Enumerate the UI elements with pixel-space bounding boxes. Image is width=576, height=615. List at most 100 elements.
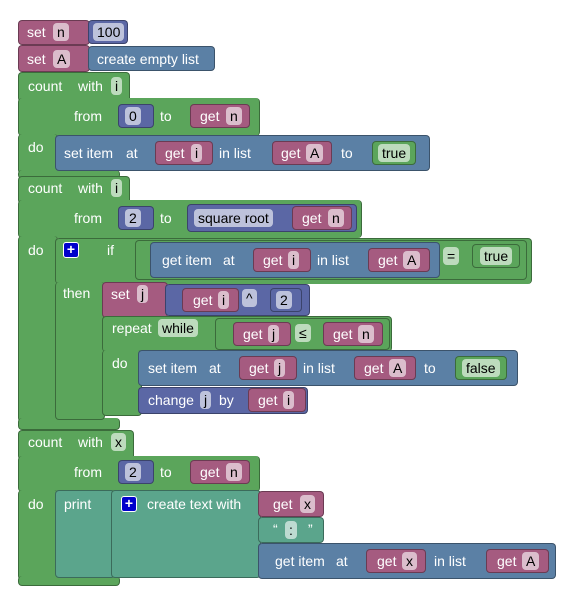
number-field[interactable]: 2: [276, 291, 292, 309]
bool-dropdown[interactable]: false: [462, 359, 500, 377]
var-dropdown[interactable]: n: [226, 463, 242, 481]
label: get item: [162, 252, 212, 268]
bool-dropdown[interactable]: true: [480, 247, 513, 265]
var-dropdown[interactable]: n: [226, 107, 242, 125]
label: create text with: [147, 496, 242, 512]
var-dropdown[interactable]: i: [111, 179, 123, 197]
label: “: [273, 521, 278, 537]
label: set item: [148, 360, 198, 376]
var-dropdown[interactable]: i: [283, 391, 295, 409]
label: set item: [64, 145, 114, 161]
get-n-block[interactable]: [323, 322, 383, 346]
label: to: [160, 210, 172, 226]
var-dropdown[interactable]: x: [300, 495, 315, 513]
var-dropdown[interactable]: i: [218, 291, 230, 309]
label: print: [64, 496, 92, 512]
label: with: [78, 78, 103, 94]
label: with: [78, 180, 103, 196]
label: count: [28, 78, 63, 94]
var-dropdown[interactable]: i: [111, 77, 123, 95]
var-dropdown[interactable]: A: [522, 552, 540, 570]
var-dropdown[interactable]: j: [200, 391, 212, 409]
mutator-plus-icon[interactable]: +: [121, 496, 137, 512]
var-dropdown[interactable]: j: [137, 285, 149, 303]
operator-dropdown[interactable]: ≤: [295, 324, 311, 342]
label: set: [111, 286, 130, 302]
number-field[interactable]: 0: [125, 107, 141, 125]
label: get: [200, 464, 220, 480]
label: count: [28, 434, 63, 450]
label: get: [263, 252, 283, 268]
label: in list: [219, 145, 251, 161]
var-dropdown[interactable]: A: [389, 359, 407, 377]
bool-dropdown[interactable]: true: [378, 144, 411, 162]
label: repeat: [112, 320, 152, 336]
text-field[interactable]: :: [285, 521, 297, 539]
label: to: [424, 360, 436, 376]
label: do: [28, 496, 44, 512]
label: change: [148, 392, 194, 408]
var-dropdown[interactable]: x: [402, 552, 417, 570]
var-dropdown[interactable]: i: [288, 251, 300, 269]
function-dropdown[interactable]: square root: [194, 209, 273, 227]
label: get: [200, 108, 220, 124]
label: at: [126, 145, 138, 161]
label: to: [160, 464, 172, 480]
label: at: [336, 553, 348, 569]
label: to: [160, 108, 172, 124]
mutator-plus-icon[interactable]: +: [63, 242, 79, 258]
var-dropdown[interactable]: j: [274, 359, 286, 377]
label: get: [497, 553, 517, 569]
var-dropdown[interactable]: A: [306, 144, 324, 162]
label: from: [74, 464, 102, 480]
label: to: [341, 145, 353, 161]
label: set: [27, 51, 46, 67]
label: if: [107, 242, 114, 258]
label: from: [74, 108, 102, 124]
label: get: [333, 326, 353, 342]
var-dropdown[interactable]: A: [403, 251, 421, 269]
label: in list: [317, 252, 349, 268]
label: in list: [434, 553, 466, 569]
label: get: [378, 252, 398, 268]
label: get: [165, 145, 185, 161]
operator-dropdown[interactable]: =: [443, 247, 460, 265]
var-dropdown[interactable]: n: [358, 325, 374, 343]
label: ”: [308, 521, 313, 537]
mode-dropdown[interactable]: while: [158, 319, 198, 337]
number-field[interactable]: 2: [125, 209, 141, 227]
label: set: [27, 24, 46, 40]
label: get: [377, 553, 397, 569]
label: get item: [275, 553, 325, 569]
label: from: [74, 210, 102, 226]
var-dropdown[interactable]: n: [53, 23, 69, 41]
label: get: [364, 360, 384, 376]
label: do: [28, 139, 44, 155]
label: count: [28, 180, 63, 196]
label: then: [63, 285, 91, 301]
label: with: [78, 434, 103, 450]
label: create empty list: [97, 51, 199, 67]
label: get: [193, 292, 213, 308]
var-dropdown[interactable]: n: [328, 209, 344, 227]
label: do: [28, 242, 44, 258]
label: at: [223, 252, 235, 268]
label: do: [112, 355, 128, 371]
label: in list: [303, 360, 335, 376]
label: get: [281, 145, 301, 161]
label: get: [249, 360, 269, 376]
label: get: [243, 326, 263, 342]
label: get: [302, 210, 322, 226]
operator-dropdown[interactable]: ^: [242, 289, 257, 307]
number-field[interactable]: 2: [125, 463, 141, 481]
var-dropdown[interactable]: x: [111, 433, 126, 451]
label: by: [219, 392, 234, 408]
label: get: [258, 392, 278, 408]
var-dropdown[interactable]: i: [191, 144, 203, 162]
var-dropdown[interactable]: A: [53, 50, 71, 68]
var-dropdown[interactable]: j: [268, 325, 280, 343]
label: at: [209, 360, 221, 376]
number-field[interactable]: 100: [93, 23, 125, 41]
get-A-block[interactable]: [486, 549, 549, 573]
label: get: [273, 496, 293, 512]
